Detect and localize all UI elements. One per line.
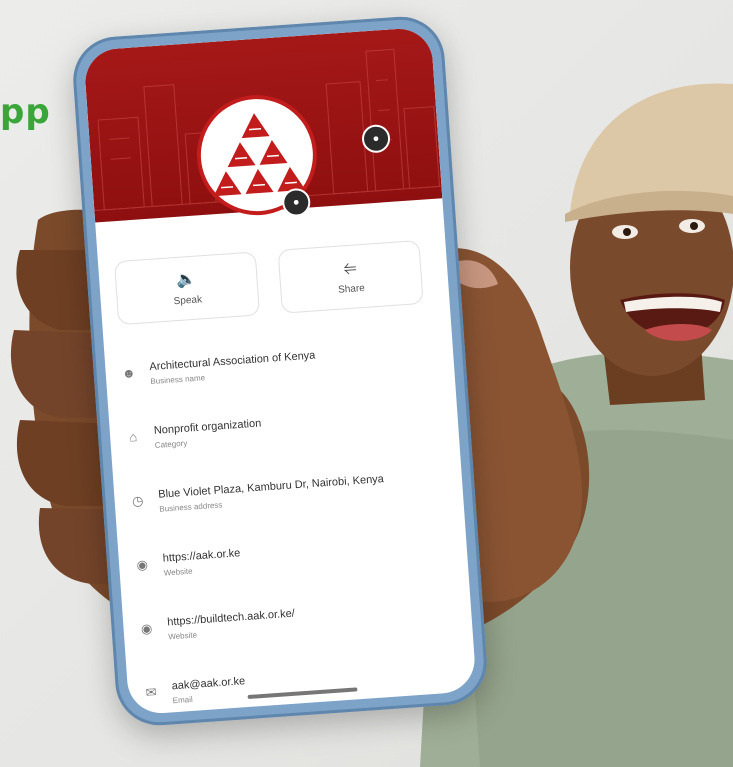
category: Nonprofit organization (153, 417, 262, 437)
share-label: Share (337, 282, 366, 296)
pupil-left (623, 228, 631, 236)
address-caption: Business address (159, 500, 223, 514)
share-button[interactable]: ⥢ Share (277, 239, 424, 314)
phone: ● ● 🔈 Speak ⥢ Share ☻ Architectural Asso… (70, 13, 490, 729)
website-1: https://aak.or.ke (162, 547, 241, 565)
category-caption: Category (154, 438, 188, 450)
clock-icon: ◷ (131, 492, 144, 509)
phone-screen: ● ● 🔈 Speak ⥢ Share ☻ Architectural Asso… (83, 26, 477, 716)
speak-label: Speak (173, 293, 203, 307)
website-1-caption: Website (163, 566, 193, 578)
business-info-list: ☻ Architectural Association of Kenya Bus… (119, 337, 463, 715)
action-row: 🔈 Speak ⥢ Share (113, 239, 434, 326)
email-caption: Email (172, 694, 194, 706)
speaker-icon: 🔈 (175, 270, 197, 289)
share-icon: ⥢ (342, 258, 357, 277)
website-2-caption: Website (167, 630, 198, 642)
pupil-right (690, 222, 698, 230)
website-2: https://buildtech.aak.or.ke/ (166, 607, 296, 629)
email: aak@aak.or.ke (171, 675, 246, 693)
store-icon: ⌂ (128, 429, 138, 445)
mail-icon: ✉ (145, 684, 158, 701)
globe-icon: ◉ (135, 556, 149, 573)
business-name: Architectural Association of Kenya (148, 349, 316, 374)
speak-button[interactable]: 🔈 Speak (113, 251, 261, 326)
person-icon: ☻ (121, 365, 137, 382)
globe-icon: ◉ (140, 620, 153, 637)
business-name-caption: Business name (150, 373, 206, 387)
